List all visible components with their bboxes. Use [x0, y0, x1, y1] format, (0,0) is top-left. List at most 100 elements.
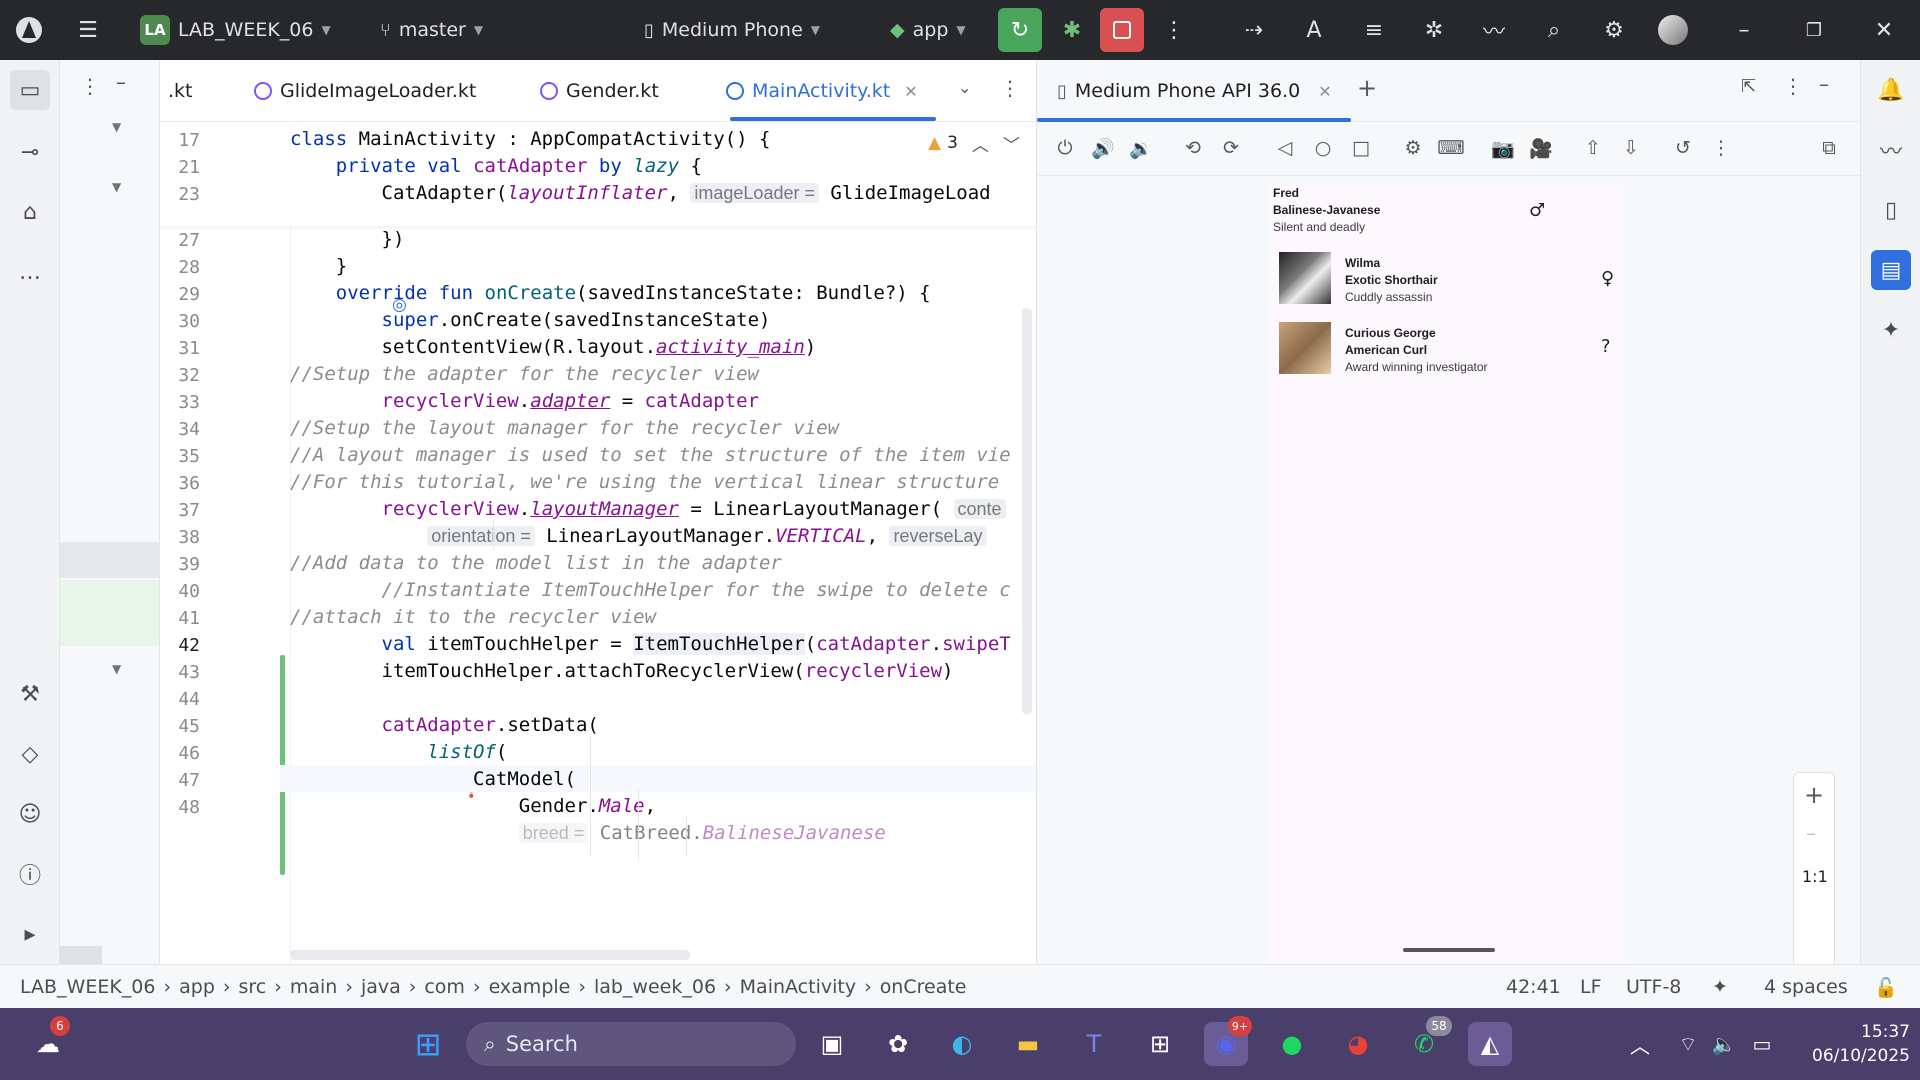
more-actions-icon[interactable]: ⋮: [1154, 0, 1194, 60]
read-only-lock-icon[interactable]: 🔓: [1874, 965, 1898, 1009]
zoom-in-icon[interactable]: +: [1804, 781, 1824, 809]
android-studio-taskbar-icon[interactable]: ◭: [1468, 1022, 1512, 1066]
device-manager-icon[interactable]: ▯: [1871, 190, 1911, 230]
logcat-icon[interactable]: ☺: [10, 794, 50, 834]
breadcrumb-item[interactable]: LAB_WEEK_06: [20, 976, 156, 998]
whatsapp-icon[interactable]: ✆ 58: [1402, 1016, 1452, 1066]
cat-list-item[interactable]: Curious George American Curl Award winni…: [1345, 326, 1488, 374]
line-number[interactable]: 31: [160, 338, 200, 359]
home-icon[interactable]: ○: [1305, 130, 1341, 166]
tab-file[interactable]: .kt: [168, 60, 193, 122]
download-icon[interactable]: ⇩: [1613, 130, 1649, 166]
volume-up-icon[interactable]: 🔊: [1085, 130, 1121, 166]
file-explorer-icon[interactable]: ▬: [1006, 1022, 1050, 1066]
run-config-selector[interactable]: ◆ app ▼: [890, 0, 966, 60]
gemini-status-icon[interactable]: ✦: [1712, 965, 1728, 1009]
phone-screen[interactable]: Fred Balinese-Javanese Silent and deadly…: [1269, 182, 1625, 964]
project-selector[interactable]: LA LAB_WEEK_06 ▼: [140, 0, 331, 60]
emulator-more-icon[interactable]: ⋮: [1703, 130, 1739, 166]
line-number[interactable]: 46: [160, 743, 200, 764]
commit-icon[interactable]: ⊸: [10, 132, 50, 172]
line-number[interactable]: 35: [160, 446, 200, 467]
back-icon[interactable]: ◁: [1267, 130, 1303, 166]
line-number[interactable]: 44: [160, 689, 200, 710]
task-view-icon[interactable]: ▣: [810, 1022, 854, 1066]
main-menu-icon[interactable]: ☰: [68, 0, 108, 60]
code-line[interactable]: //Setup the layout manager for the recyc…: [290, 417, 839, 439]
profiler-icon[interactable]: 〰: [1474, 0, 1514, 60]
zoom-out-icon[interactable]: –: [1806, 821, 1816, 845]
cat-list-item[interactable]: Wilma Exotic Shorthair Cuddly assassin: [1345, 256, 1438, 304]
line-number[interactable]: 23: [160, 184, 200, 205]
debug-icon[interactable]: ✱: [1052, 0, 1092, 60]
tab-gender[interactable]: Gender.kt: [540, 60, 659, 122]
editor-vertical-scrollbar[interactable]: [1022, 308, 1032, 714]
windows-start-icon[interactable]: ⊞: [406, 1022, 450, 1066]
tab-device[interactable]: ▯ Medium Phone API 36.0 ✕: [1057, 60, 1332, 122]
attach-debugger-icon[interactable]: ✲: [1414, 0, 1454, 60]
gesture-nav-bar[interactable]: [1403, 948, 1495, 952]
code-line[interactable]: override fun onCreate(savedInstanceState…: [290, 282, 931, 304]
snapshot-icon[interactable]: ↺: [1665, 130, 1701, 166]
cat-list-item[interactable]: Fred Balinese-Javanese Silent and deadly: [1273, 186, 1380, 234]
line-number[interactable]: 17: [160, 130, 200, 151]
sync-icon[interactable]: ≡: [1354, 0, 1394, 60]
problems-icon[interactable]: ⓘ: [10, 854, 50, 894]
line-number[interactable]: 28: [160, 257, 200, 278]
stop-button[interactable]: [1100, 8, 1144, 52]
code-line[interactable]: class MainActivity : AppCompatActivity()…: [290, 128, 770, 150]
options-icon[interactable]: ⋮: [80, 74, 100, 98]
apply-changes-icon[interactable]: ⇢: [1234, 0, 1274, 60]
weather-icon[interactable]: ☁ 6: [26, 1016, 70, 1066]
code-line[interactable]: super.onCreate(savedInstanceState): [290, 309, 771, 331]
gemini-icon[interactable]: ✦: [1871, 310, 1911, 350]
code-line[interactable]: recyclerView.layoutManager = LinearLayou…: [290, 498, 1006, 520]
caret-position[interactable]: 42:41: [1506, 965, 1561, 1009]
tree-expand-icon[interactable]: ▼: [112, 120, 121, 134]
settings-gear-icon[interactable]: ⚙: [1594, 0, 1634, 60]
gradle-icon[interactable]: 〰: [1871, 130, 1911, 170]
breadcrumb-item[interactable]: onCreate: [880, 976, 967, 998]
notifications-icon[interactable]: 🔔: [1871, 70, 1911, 110]
close-tab-icon[interactable]: ✕: [1318, 82, 1331, 101]
code-line[interactable]: private val catAdapter by lazy {: [290, 155, 702, 177]
structure-icon[interactable]: ⌂: [10, 192, 50, 232]
code-line[interactable]: }: [290, 255, 347, 277]
tab-glide-image-loader[interactable]: GlideImageLoader.kt: [254, 60, 476, 122]
code-line[interactable]: recyclerView.adapter = catAdapter: [290, 390, 760, 412]
code-line[interactable]: orientation = LinearLayoutManager.VERTIC…: [290, 525, 987, 547]
chrome-icon[interactable]: ◕: [1336, 1022, 1380, 1066]
microsoft-store-icon[interactable]: ⊞: [1138, 1022, 1182, 1066]
screenshot-icon[interactable]: 📷: [1485, 130, 1521, 166]
tree-expand-icon[interactable]: ▼: [112, 662, 121, 676]
running-devices-icon[interactable]: ▤: [1871, 250, 1911, 290]
code-line[interactable]: breed = CatBreed.BalineseJavanese: [290, 822, 886, 844]
indent-setting[interactable]: 4 spaces: [1764, 965, 1848, 1009]
code-line[interactable]: //attach it to the recycler view: [290, 606, 656, 628]
line-number[interactable]: 27: [160, 230, 200, 251]
code-line[interactable]: CatAdapter(layoutInflater, imageLoader =…: [290, 182, 991, 204]
breadcrumb-item[interactable]: app: [179, 976, 215, 998]
breadcrumb-item[interactable]: src: [238, 976, 266, 998]
breadcrumb-item[interactable]: MainActivity: [740, 976, 856, 998]
editor-horizontal-scrollbar[interactable]: [290, 950, 690, 960]
hide-panel-icon[interactable]: –: [116, 70, 126, 94]
restore-window-icon[interactable]: ❐: [1794, 0, 1834, 60]
build-hammer-icon[interactable]: ⚒: [10, 674, 50, 714]
hide-panel-icon[interactable]: –: [1819, 72, 1829, 96]
line-number[interactable]: 36: [160, 473, 200, 494]
more-tools-icon[interactable]: …: [10, 252, 50, 292]
file-encoding[interactable]: UTF-8: [1626, 965, 1681, 1009]
copilot-icon[interactable]: ✿: [876, 1022, 920, 1066]
line-number[interactable]: 30: [160, 311, 200, 332]
rotate-left-icon[interactable]: ⟲: [1175, 130, 1211, 166]
line-number[interactable]: 21: [160, 157, 200, 178]
line-number[interactable]: 38: [160, 527, 200, 548]
device-selector[interactable]: ▯ Medium Phone ▼: [644, 0, 820, 60]
next-highlight-icon[interactable]: ﹀: [1003, 131, 1020, 156]
breadcrumb-item[interactable]: main: [290, 976, 337, 998]
scrollbar[interactable]: [60, 946, 102, 964]
taskbar-search-box[interactable]: ⌕ Search: [466, 1022, 796, 1066]
upload-icon[interactable]: ⇧: [1575, 130, 1611, 166]
line-ending[interactable]: LF: [1580, 965, 1602, 1009]
